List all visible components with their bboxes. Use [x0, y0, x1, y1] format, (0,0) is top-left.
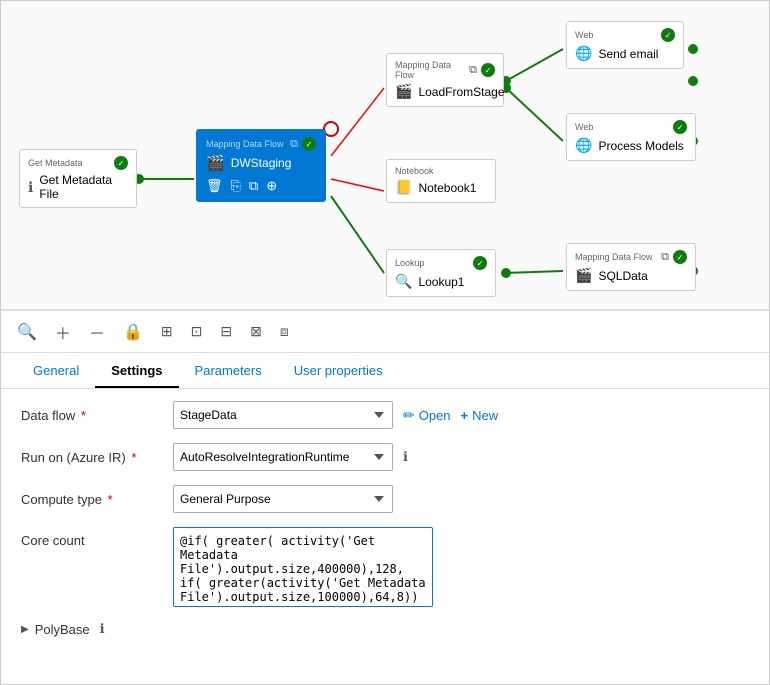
tab-settings[interactable]: Settings — [95, 355, 178, 388]
pencil-icon: ✏ — [403, 407, 415, 424]
canvas-area: Get Metadata ✓ ℹ Get Metadata File Mappi… — [1, 1, 769, 311]
node-dw-staging[interactable]: Mapping Data Flow ⧉ ✓ 🎬 DWStaging 🗑 ⎘ ⧉ … — [196, 129, 326, 202]
polybase-info-icon[interactable]: ℹ — [100, 621, 105, 637]
node-get-metadata[interactable]: Get Metadata ✓ ℹ Get Metadata File — [19, 149, 137, 208]
more-icon[interactable]: ⧉ — [249, 178, 258, 194]
copy-icon[interactable]: ⎘ — [231, 178, 241, 194]
delete-icon[interactable]: 🗑 — [206, 178, 223, 194]
split-icon[interactable]: ⊠ — [250, 323, 262, 340]
plus-icon: + — [461, 408, 469, 423]
core-count-textarea[interactable]: @if( greater( activity('Get Metadata Fil… — [173, 527, 433, 607]
lock-toolbar-icon[interactable]: 🔒 — [123, 322, 143, 342]
run-on-label: Run on (Azure IR) * — [21, 450, 161, 465]
add-toolbar-icon[interactable]: ＋ — [55, 320, 71, 344]
metadata-icon: ℹ — [28, 179, 33, 196]
dataflow-icon-dw: 🎬 — [206, 154, 225, 172]
ext-link-icon-sql: ⧉ — [661, 251, 669, 264]
expand-polybase-icon[interactable]: ▶ — [21, 624, 29, 635]
search-toolbar-icon[interactable]: 🔍 — [17, 322, 37, 342]
fit-toolbar-icon[interactable]: ⊞ — [161, 323, 173, 340]
node-process-models[interactable]: Web ✓ 🌐 Process Models — [566, 113, 696, 161]
polybase-row[interactable]: ▶ PolyBase ℹ — [21, 621, 749, 637]
lookup-icon: 🔍 — [395, 273, 412, 290]
arrange-icon[interactable]: ⧈ — [280, 323, 289, 340]
web-icon-email: 🌐 — [575, 45, 592, 62]
compute-type-row: Compute type * General PurposeMemory Opt… — [21, 485, 749, 513]
node-lookup1[interactable]: Lookup ✓ 🔍 Lookup1 — [386, 249, 496, 297]
data-flow-row: Data flow * StageDataLoadFromStageSQLDat… — [21, 401, 749, 429]
notebook-icon: 📒 — [395, 179, 412, 196]
run-on-row: Run on (Azure IR) * AutoResolveIntegrati… — [21, 443, 749, 471]
node-load-from-stage[interactable]: Mapping Data Flow ⧉ ✓ 🎬 LoadFromStage — [386, 53, 504, 107]
node-sql-data[interactable]: Mapping Data Flow ⧉ ✓ 🎬 SQLData — [566, 243, 696, 291]
node-send-email[interactable]: Web ✓ 🌐 Send email — [566, 21, 684, 69]
data-flow-select[interactable]: StageDataLoadFromStageSQLData — [173, 401, 393, 429]
main-container: Get Metadata ✓ ℹ Get Metadata File Mappi… — [0, 0, 770, 685]
compute-type-select[interactable]: General PurposeMemory OptimizedCompute O… — [173, 485, 393, 513]
compute-type-label: Compute type * — [21, 492, 161, 507]
settings-panel: Data flow * StageDataLoadFromStageSQLDat… — [1, 389, 769, 684]
zoom-fit-icon[interactable]: ⊡ — [191, 323, 203, 340]
core-count-label: Core count — [21, 527, 161, 548]
web-icon-models: 🌐 — [575, 137, 592, 154]
run-on-info-icon[interactable]: ℹ — [403, 449, 408, 465]
new-button[interactable]: + New — [461, 408, 499, 423]
dataflow-icon-sql: 🎬 — [575, 267, 592, 284]
select-icon[interactable]: ⊟ — [220, 323, 232, 340]
ext-link-icon-lfs: ⧉ — [469, 64, 477, 77]
core-count-row: Core count @if( greater( activity('Get M… — [21, 527, 749, 607]
external-link-icon: ⧉ — [290, 138, 298, 151]
node-notebook1[interactable]: Notebook 📒 Notebook1 — [386, 159, 496, 203]
add-icon[interactable]: ⊕ — [266, 178, 277, 194]
tab-user-properties[interactable]: User properties — [278, 355, 399, 388]
tabs-area: General Settings Parameters User propert… — [1, 353, 769, 389]
remove-toolbar-icon[interactable]: － — [89, 320, 105, 344]
open-button[interactable]: ✏ Open — [403, 407, 451, 424]
tab-general[interactable]: General — [17, 355, 95, 388]
dataflow-icon-lfs: 🎬 — [395, 83, 412, 100]
toolbar: 🔍 ＋ － 🔒 ⊞ ⊡ ⊟ ⊠ ⧈ — [1, 311, 769, 353]
run-on-select[interactable]: AutoResolveIntegrationRuntime — [173, 443, 393, 471]
data-flow-label: Data flow * — [21, 408, 161, 423]
tab-parameters[interactable]: Parameters — [179, 355, 278, 388]
